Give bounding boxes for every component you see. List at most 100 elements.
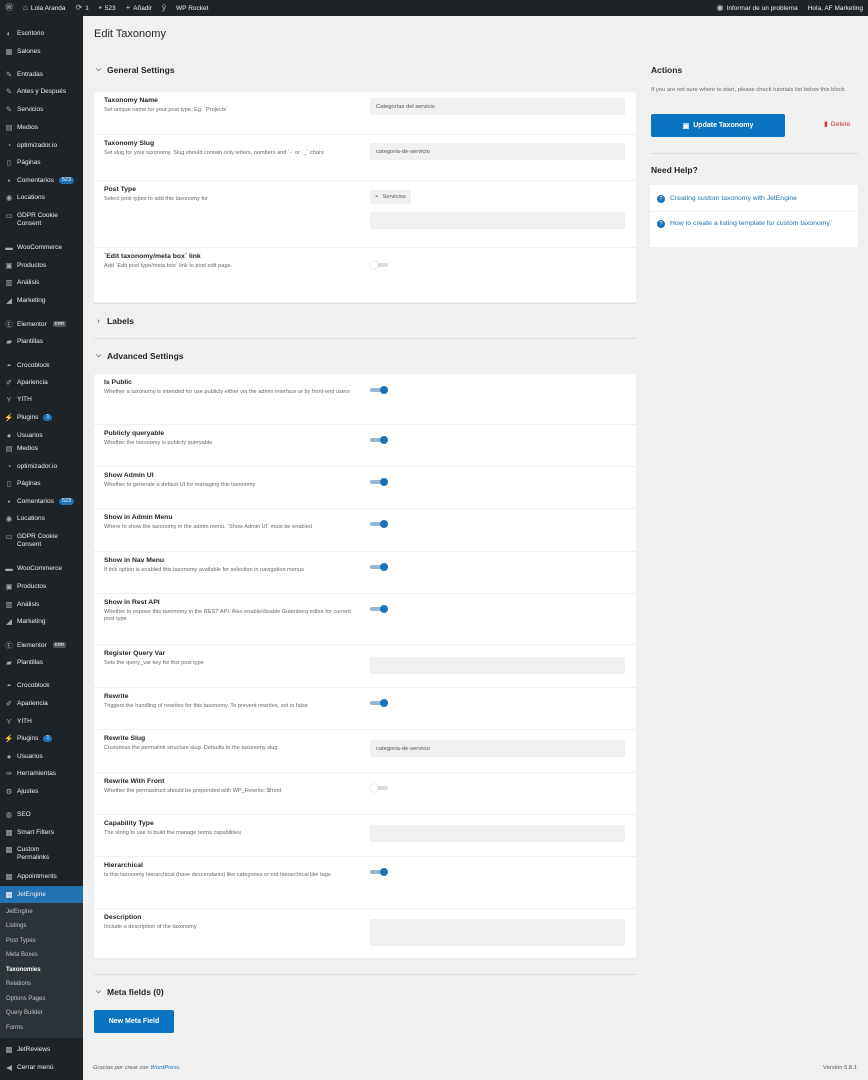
submenu-item[interactable]: Listings	[6, 923, 26, 929]
submenu-item[interactable]: Forms	[6, 1025, 23, 1031]
sidebar-item[interactable]: ◉ Locations	[0, 515, 83, 523]
submenu-item[interactable]: Query Builder	[6, 1010, 43, 1016]
sidebar-item[interactable]: ⚡ Plugins 1	[0, 414, 83, 422]
sidebar-item[interactable]: ✐ Apariencia	[0, 379, 83, 387]
sidebar-item[interactable]: ● Usuarios	[0, 432, 83, 440]
sidebar-item[interactable]: ◢ Marketing	[0, 297, 83, 305]
updates-link[interactable]: ⟳ 1	[71, 0, 94, 16]
submenu-item[interactable]: Post Types	[6, 938, 36, 944]
sidebar-item[interactable]: ▥ Análisis	[0, 279, 83, 287]
submenu-item[interactable]: Options Pages	[6, 996, 45, 1002]
sidebar-item[interactable]: ▯ Páginas	[0, 159, 83, 167]
setting-toggle[interactable]	[370, 478, 388, 486]
sidebar-item[interactable]: ▩ Custom Permalinks	[0, 846, 83, 862]
setting-toggle[interactable]	[370, 784, 388, 792]
submenu-item[interactable]: Meta Boxes	[6, 952, 38, 958]
meta-fields-toggle[interactable]: ⌵ Meta fields (0)	[95, 987, 164, 997]
comments-link[interactable]: ▪ 523	[94, 0, 121, 16]
sidebar-item[interactable]: ▥ Análisis	[0, 601, 83, 609]
submenu-item[interactable]: JetEngine	[6, 909, 33, 915]
setting-toggle[interactable]	[370, 868, 388, 876]
account-menu[interactable]: Hola, AF Marketing	[803, 0, 868, 16]
setting-input[interactable]: categoria-de-servicio	[370, 143, 625, 160]
setting-input[interactable]	[370, 919, 625, 946]
sidebar-item[interactable]: Y YITH	[0, 718, 83, 726]
setting-toggle[interactable]	[370, 699, 388, 707]
sidebar-item[interactable]: ◔ optimizador.io	[0, 463, 83, 471]
sidebar-item[interactable]: ▤ Medios	[0, 445, 83, 453]
update-taxonomy-button[interactable]: ▣ Update Taxonomy	[651, 114, 785, 137]
sidebar-item[interactable]: ▣ Productos	[0, 583, 83, 591]
general-settings-card: Taxonomy Name Set unique name for your po…	[94, 92, 636, 303]
sidebar-item[interactable]: ◔ optimizador.io	[0, 142, 83, 150]
setting-input[interactable]	[370, 825, 625, 842]
help-link-listing-template[interactable]: ? How to create a listing template for cu…	[650, 218, 858, 230]
sidebar-item[interactable]: ▪ Comentarios 523	[0, 498, 83, 506]
post-type-select[interactable]	[370, 212, 625, 229]
remove-tag-icon[interactable]: ×	[375, 194, 378, 200]
sidebar-item[interactable]: ▬ WooCommerce	[0, 244, 83, 252]
sidebar-item[interactable]: ◍ SEO	[0, 811, 83, 819]
setting-row: `Edit taxonomy/meta box` link Add `Edit p…	[94, 248, 636, 303]
sidebar-item[interactable]: ◐ Escritorio	[0, 30, 83, 38]
sidebar-item[interactable]: ◢ Marketing	[0, 618, 83, 626]
advanced-settings-toggle[interactable]: ⌵ Advanced Settings	[95, 351, 184, 361]
sidebar-item[interactable]: ✎ Entradas	[0, 71, 83, 79]
sidebar-item[interactable]: ● Usuarios	[0, 753, 83, 761]
setting-input[interactable]: categoria-de-servicio	[370, 740, 625, 757]
setting-toggle[interactable]	[370, 563, 388, 571]
sidebar-item[interactable]: ⚡ Plugins 1	[0, 735, 83, 743]
report-problem-link[interactable]: ◉ Informar de un problema	[712, 0, 803, 16]
sidebar-item[interactable]: ◉ Locations	[0, 194, 83, 202]
sidebar-item[interactable]: ⚙ Ajustes	[0, 788, 83, 796]
sidebar-item[interactable]: ▰ Plantillas	[0, 659, 83, 667]
submenu-item[interactable]: Relations	[6, 981, 31, 987]
sidebar-item[interactable]: ▭ GDPR Cookie Consent	[0, 533, 83, 549]
sidebar-item[interactable]: ▩ Smart Filters	[0, 829, 83, 837]
help-link-custom-taxonomy[interactable]: ? Creating custom taxonomy with JetEngine	[650, 193, 858, 205]
wp-logo-button[interactable]: Ⓦ	[0, 0, 18, 16]
sidebar-item[interactable]: ▩ JetEngine	[0, 886, 83, 903]
add-new-link[interactable]: + Añadir	[121, 0, 157, 16]
general-settings-toggle[interactable]: ⌵ General Settings	[95, 65, 175, 75]
new-meta-field-button[interactable]: New Meta Field	[94, 1010, 174, 1033]
setting-toggle[interactable]	[370, 436, 388, 444]
setting-input[interactable]: Categorías del servicio	[370, 98, 625, 115]
sidebar-item[interactable]: ▭ GDPR Cookie Consent	[0, 212, 83, 228]
site-name-link[interactable]: ⌂ Lola Aranda	[18, 0, 71, 16]
sidebar-item[interactable]: Ⓔ Elementor ERR	[0, 321, 83, 329]
setting-toggle[interactable]	[370, 261, 388, 269]
sidebar-item[interactable]: Y YITH	[0, 396, 83, 404]
sidebar-item[interactable]: ▯ Páginas	[0, 480, 83, 488]
sidebar-item[interactable]: ▰ Plantillas	[0, 338, 83, 346]
sidebar-item[interactable]: ▬ WooCommerce	[0, 565, 83, 573]
delete-button[interactable]: ▮ Delete	[824, 120, 850, 129]
sidebar-item[interactable]: ✐ Apariencia	[0, 700, 83, 708]
setting-toggle[interactable]	[370, 605, 388, 613]
sidebar-item[interactable]: ◓ Crocoblock	[0, 682, 83, 690]
setting-input[interactable]	[370, 657, 625, 674]
location-icon: ◉	[5, 193, 13, 202]
sidebar-item[interactable]: ✎ Servicios	[0, 106, 83, 114]
setting-toggle[interactable]	[370, 520, 388, 528]
labels-toggle[interactable]: › Labels	[95, 316, 134, 326]
sidebar-item[interactable]: ◀ Cerrar menú	[0, 1064, 83, 1072]
sidebar-item[interactable]: ▣ Productos	[0, 262, 83, 270]
sidebar-item[interactable]: ▩ JetReviews	[0, 1046, 83, 1054]
submenu-item[interactable]: Taxonomies	[6, 967, 41, 973]
sidebar-item-label: Páginas	[17, 480, 41, 487]
sidebar-item[interactable]: ▤ Medios	[0, 124, 83, 132]
sidebar-item[interactable]: ◓ Crocoblock	[0, 362, 83, 370]
post-type-tag[interactable]: × Servicios	[370, 190, 411, 204]
sidebar-item[interactable]: Ⓔ Elementor ERR	[0, 642, 83, 650]
wp-rocket-link[interactable]: WP Rocket	[171, 0, 213, 16]
wordpress-link[interactable]: WordPress	[150, 1065, 179, 1071]
sidebar-item[interactable]: ✑ Herramientas	[0, 770, 83, 778]
sidebar-item[interactable]: ▩ Appointments	[0, 873, 83, 881]
sidebar-item[interactable]: ▪ Comentarios 523	[0, 177, 83, 185]
setting-toggle[interactable]	[370, 386, 388, 394]
sidebar-item[interactable]: ▦ Salones	[0, 48, 83, 56]
sidebar-item[interactable]: ✎ Antes y Después	[0, 88, 83, 96]
yoast-link[interactable]: ӯ	[157, 0, 171, 16]
setting-label: Show Admin UI	[104, 472, 154, 479]
